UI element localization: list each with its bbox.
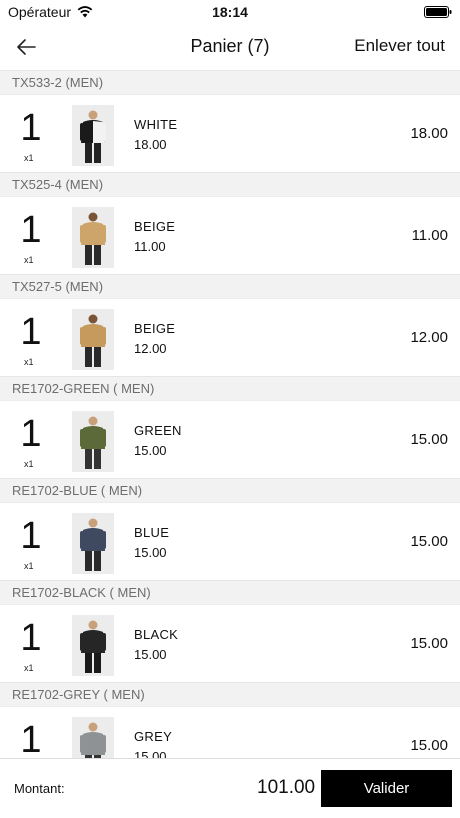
quantity-value[interactable]: 1 (16, 617, 46, 659)
product-ref-header: RE1702-BLACK ( MEN) (0, 580, 460, 604)
item-total-price: 12.00 (410, 329, 448, 346)
item-total-price: 11.00 (411, 227, 448, 244)
item-color: GREY (134, 729, 173, 744)
product-ref-header: TX525-4 (MEN) (0, 172, 460, 196)
product-thumbnail (72, 207, 114, 268)
cart-item-row[interactable]: 1 x1 BEIGE 12.00 12.00 (0, 298, 460, 376)
product-ref-header: TX527-5 (MEN) (0, 274, 460, 298)
product-thumbnail (72, 717, 114, 758)
cart-item-row[interactable]: 1 x1 BLACK 15.00 15.00 (0, 604, 460, 682)
item-unit-price: 15.00 (134, 749, 167, 758)
remove-all-button[interactable]: Enlever tout (354, 36, 445, 56)
quantity-multiplier: x1 (24, 255, 34, 265)
quantity-multiplier: x1 (24, 153, 34, 163)
product-ref-header: TX533-2 (MEN) (0, 70, 460, 94)
quantity-multiplier: x1 (24, 663, 34, 673)
product-thumbnail (72, 411, 114, 472)
item-total-price: 15.00 (410, 635, 448, 652)
validate-button[interactable]: Valider (321, 770, 452, 807)
product-ref-header: RE1702-GREEN ( MEN) (0, 376, 460, 400)
product-ref-header: RE1702-GREY ( MEN) (0, 682, 460, 706)
item-unit-price: 15.00 (134, 443, 167, 458)
item-unit-price: 18.00 (134, 137, 167, 152)
product-thumbnail (72, 105, 114, 166)
product-thumbnail (72, 309, 114, 370)
quantity-multiplier: x1 (24, 357, 34, 367)
item-unit-price: 15.00 (134, 545, 167, 560)
cart-item-row[interactable]: 1 x1 BLUE 15.00 15.00 (0, 502, 460, 580)
item-color: BEIGE (134, 219, 176, 234)
quantity-value[interactable]: 1 (16, 209, 46, 251)
item-color: BLUE (134, 525, 170, 540)
item-unit-price: 15.00 (134, 647, 167, 662)
item-unit-price: 12.00 (134, 341, 167, 356)
cart-list[interactable]: TX533-2 (MEN) 1 x1 WHITE 18.00 18.00 TX525-4 (… (0, 70, 460, 758)
quantity-value[interactable]: 1 (16, 107, 46, 149)
item-unit-price: 11.00 (134, 239, 166, 254)
status-bar: Opérateur 18:14 (0, 0, 460, 24)
item-color: GREEN (134, 423, 182, 438)
cart-item-row[interactable]: 1 x1 GREEN 15.00 15.00 (0, 400, 460, 478)
product-thumbnail (72, 615, 114, 676)
quantity-multiplier: x1 (24, 459, 34, 469)
cart-item-row[interactable]: 1x1GREY15.0015.00 (0, 706, 460, 758)
item-total-price: 15.00 (410, 737, 448, 754)
cart-item-row[interactable]: 1 x1 WHITE 18.00 18.00 (0, 94, 460, 172)
navigation-bar: Panier (7) Enlever tout (0, 24, 460, 70)
item-color: BLACK (134, 627, 179, 642)
quantity-value[interactable]: 1 (16, 311, 46, 353)
quantity-multiplier: x1 (24, 561, 34, 571)
item-total-price: 15.00 (410, 431, 448, 448)
item-color: WHITE (134, 117, 178, 132)
item-total-price: 18.00 (410, 125, 448, 142)
quantity-value[interactable]: 1 (16, 719, 46, 758)
item-color: BEIGE (134, 321, 176, 336)
checkout-footer: Montant: 101.00 Valider (0, 758, 460, 818)
item-total-price: 15.00 (410, 533, 448, 550)
cart-item-row[interactable]: 1 x1 BEIGE 11.00 11.00 (0, 196, 460, 274)
amount-value: 101.00 (257, 777, 316, 798)
amount-label: Montant: (14, 781, 65, 796)
product-ref-header: RE1702-BLUE ( MEN) (0, 478, 460, 502)
quantity-value[interactable]: 1 (16, 413, 46, 455)
clock: 18:14 (212, 4, 248, 20)
battery-icon (424, 6, 452, 18)
product-thumbnail (72, 513, 114, 574)
quantity-value[interactable]: 1 (16, 515, 46, 557)
